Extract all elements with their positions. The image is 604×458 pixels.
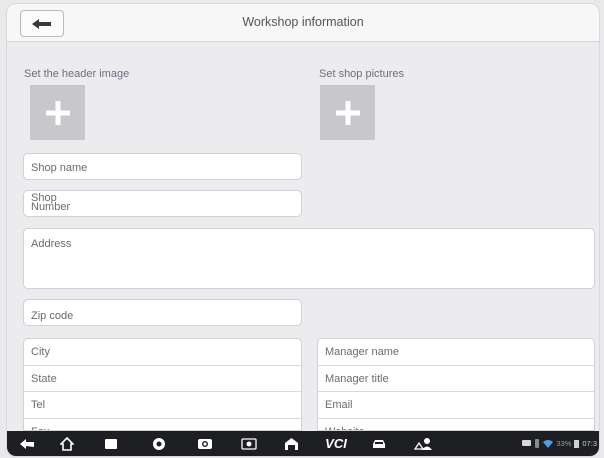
zip-code-field[interactable]: Zip code [23, 299, 302, 326]
back-nav-button[interactable] [15, 431, 39, 456]
website-field[interactable]: Website [318, 419, 594, 431]
remote-expert-icon [414, 437, 432, 450]
garage-button[interactable] [279, 431, 303, 456]
browser-button[interactable] [147, 431, 171, 456]
add-shop-picture-button[interactable] [320, 85, 375, 140]
shop-number-field[interactable]: Shop Number [23, 190, 302, 217]
plus-icon [335, 100, 360, 125]
shop-pictures-label: Set shop pictures [319, 68, 404, 80]
tel-field[interactable]: Tel [24, 392, 301, 419]
system-nav-bar: VCI 33% 07:3 [7, 431, 599, 456]
recent-apps-icon [105, 438, 117, 449]
battery-percent: 33% [556, 439, 572, 448]
recent-apps-button[interactable] [99, 431, 123, 456]
notification-icon [535, 439, 540, 448]
shop-name-field[interactable]: Shop name [23, 153, 302, 180]
app-window: Workshop information Set the header imag… [6, 3, 600, 457]
manager-title-field[interactable]: Manager title [318, 366, 594, 392]
remote-expert-button[interactable] [411, 431, 437, 456]
battery-icon [574, 440, 580, 448]
brightness-icon [241, 437, 257, 450]
shop-name-placeholder: Shop name [31, 162, 88, 174]
shop-number-placeholder: Shop Number [31, 192, 71, 213]
fax-field[interactable]: Fax [24, 419, 301, 431]
title-bar: Workshop information [7, 4, 599, 42]
address-placeholder: Address [31, 238, 72, 250]
wifi-icon [543, 439, 554, 448]
home-icon [60, 436, 74, 451]
message-icon [522, 440, 532, 446]
contact-fields-group: City State Tel Fax [23, 338, 302, 431]
home-nav-button[interactable] [55, 431, 79, 456]
vehicle-button[interactable] [367, 431, 391, 456]
camera-button[interactable] [193, 431, 217, 456]
manager-name-field[interactable]: Manager name [318, 339, 594, 366]
zip-code-placeholder: Zip code [31, 310, 74, 322]
clock: 07:3 [582, 439, 597, 448]
back-icon [20, 438, 34, 449]
city-field[interactable]: City [24, 339, 301, 366]
plus-icon [45, 100, 70, 125]
page-title: Workshop information [242, 15, 364, 29]
car-icon [373, 439, 385, 448]
header-image-label: Set the header image [24, 68, 130, 80]
garage-icon [284, 437, 298, 450]
email-field[interactable]: Email [318, 392, 594, 419]
manager-fields-group: Manager name Manager title Email Website [317, 338, 595, 431]
state-field[interactable]: State [24, 366, 301, 392]
brightness-button[interactable] [237, 431, 261, 456]
address-field[interactable]: Address [23, 228, 595, 289]
browser-icon [153, 437, 165, 450]
vci-icon[interactable]: VCI [321, 431, 351, 456]
status-area: 33% 07:3 [522, 431, 597, 456]
camera-icon [198, 439, 212, 449]
add-header-image-button[interactable] [30, 85, 85, 140]
